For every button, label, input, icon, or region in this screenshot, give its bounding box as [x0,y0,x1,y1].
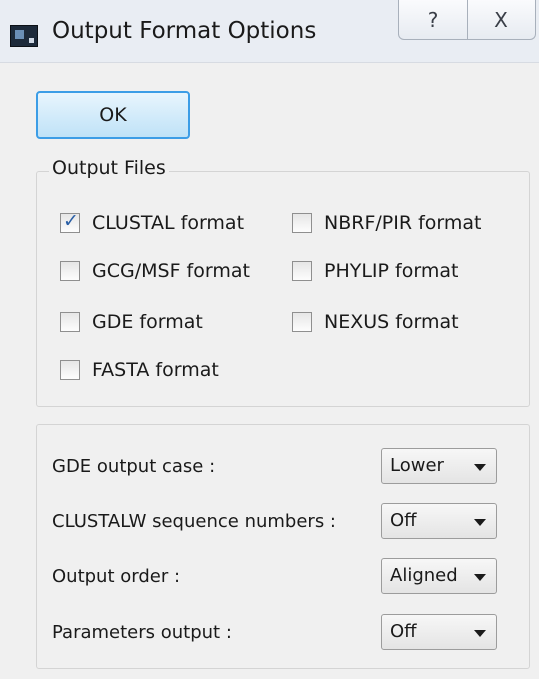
checkbox-fasta-format[interactable]: FASTA format [60,359,219,381]
checkbox-box[interactable] [60,360,80,380]
close-icon: X [494,7,508,32]
select-value: Off [390,510,417,531]
select-value: Off [390,621,417,642]
checkbox-box[interactable] [292,261,312,281]
checkbox-label: CLUSTAL format [92,212,245,234]
clustalw-sequence-numbers-select[interactable]: Off [381,503,497,539]
window-controls: ? X [398,0,536,40]
checkbox-nbrf-pir-format[interactable]: NBRF/PIR format [292,212,481,234]
gde-output-case-label: GDE output case : [52,456,216,477]
checkbox-clustal-format[interactable]: ✓ CLUSTAL format [60,210,245,234]
checkbox-box[interactable] [292,213,312,233]
close-button[interactable]: X [467,0,535,39]
output-files-title: Output Files [49,157,169,179]
checkbox-label: NEXUS format [324,311,459,333]
select-value: Aligned [390,565,458,586]
checkbox-nexus-format[interactable]: NEXUS format [292,311,459,333]
chevron-down-icon [474,464,486,471]
title-bar: Output Format Options ? X [0,0,539,63]
checkbox-box[interactable] [292,312,312,332]
checkbox-label: GCG/MSF format [92,260,250,282]
parameters-output-label: Parameters output : [52,622,232,643]
app-icon [10,25,38,47]
output-order-select[interactable]: Aligned [381,558,497,594]
checkbox-label: PHYLIP format [324,260,459,282]
checkbox-box[interactable] [60,261,80,281]
checkbox-gcg-msf-format[interactable]: GCG/MSF format [60,260,250,282]
gde-output-case-select[interactable]: Lower [381,448,497,484]
help-button[interactable]: ? [399,0,468,39]
checkbox-label: GDE format [92,311,203,333]
checkbox-label: FASTA format [92,359,219,381]
checkmark-icon: ✓ [63,210,79,232]
chevron-down-icon [474,574,486,581]
checkbox-box[interactable] [60,312,80,332]
ok-button[interactable]: OK [36,91,190,139]
checkbox-box[interactable]: ✓ [60,210,80,233]
select-value: Lower [390,455,444,476]
parameters-output-select[interactable]: Off [381,614,497,650]
clustalw-sequence-numbers-label: CLUSTALW sequence numbers : [52,511,336,532]
output-order-label: Output order : [52,566,181,587]
chevron-down-icon [474,519,486,526]
chevron-down-icon [474,630,486,637]
checkbox-phylip-format[interactable]: PHYLIP format [292,260,458,282]
question-mark-icon: ? [427,7,439,32]
window-title: Output Format Options [52,18,317,44]
checkbox-gde-format[interactable]: GDE format [60,311,203,333]
checkbox-label: NBRF/PIR format [324,212,482,234]
